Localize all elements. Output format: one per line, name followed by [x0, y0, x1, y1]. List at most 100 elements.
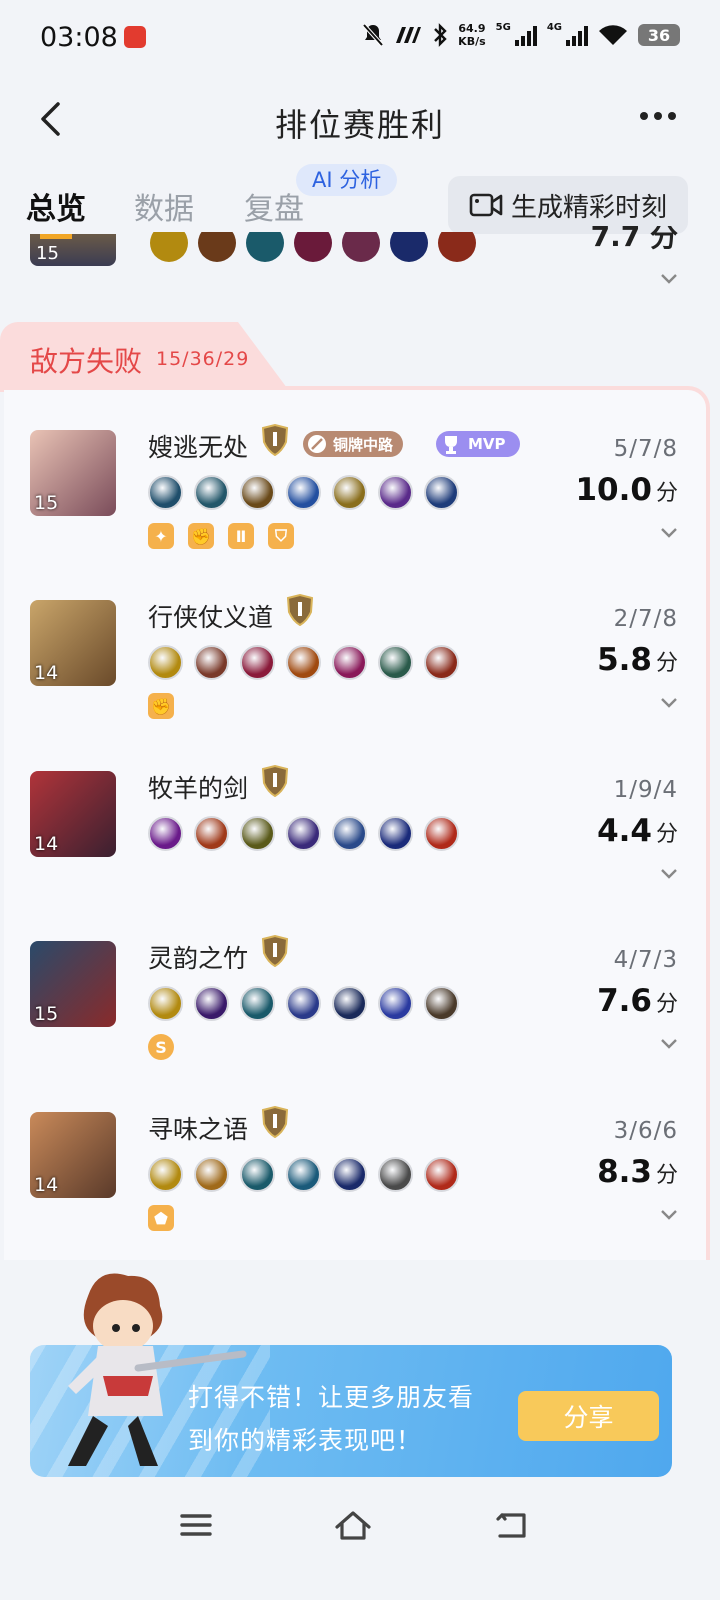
tab-review[interactable]: 复盘	[244, 184, 304, 228]
menu-nav-icon[interactable]	[176, 1505, 216, 1545]
kda: 3/6/6	[613, 1118, 678, 1144]
score-unit: 分	[655, 1163, 678, 1188]
item-list	[150, 232, 476, 264]
rank-shield-icon	[261, 765, 289, 797]
signal-label-4g: 4G	[546, 22, 562, 33]
achievement-tag-icon: ✊	[188, 523, 214, 549]
item-icon[interactable]	[194, 816, 229, 851]
item-icon[interactable]	[148, 986, 183, 1021]
hero-avatar[interactable]: 14	[30, 600, 116, 686]
item-icon[interactable]	[194, 1157, 229, 1192]
item-icon[interactable]	[378, 475, 413, 510]
item-icon[interactable]	[240, 816, 275, 851]
item-icon[interactable]	[332, 475, 367, 510]
item-icon[interactable]	[378, 1157, 413, 1192]
rank-shield-icon	[286, 594, 314, 626]
item-icon[interactable]	[378, 986, 413, 1021]
player-name[interactable]: 灵韵之竹	[148, 939, 248, 975]
item-icon	[198, 232, 236, 262]
score: 7.7 分	[590, 226, 678, 253]
score: 8.3 分	[597, 1154, 678, 1190]
enemy-team-label: 敌方失败	[30, 345, 143, 378]
item-icon[interactable]	[424, 475, 459, 510]
status-icons: 64.9 KB/s 5G 4G 36	[362, 22, 680, 48]
item-icon[interactable]	[332, 986, 367, 1021]
generate-highlights-label: 生成精彩时刻	[510, 192, 667, 223]
mvp-badge: MVP	[436, 431, 520, 457]
tab-overview[interactable]: 总览	[26, 184, 86, 228]
item-icon[interactable]	[286, 986, 321, 1021]
item-icon[interactable]	[378, 645, 413, 680]
hero-avatar[interactable]: 14	[30, 1112, 116, 1198]
item-icon[interactable]	[286, 475, 321, 510]
kda: 4/7/3	[613, 947, 678, 973]
item-icon[interactable]	[424, 645, 459, 680]
item-icon	[150, 232, 188, 262]
score-value: 8.3	[597, 1154, 652, 1190]
rank-shield-icon	[261, 935, 289, 967]
hero-avatar[interactable]: 14	[30, 771, 116, 857]
score: 4.4 分	[597, 813, 678, 849]
item-icon[interactable]	[240, 986, 275, 1021]
item-icon[interactable]	[332, 645, 367, 680]
player-name[interactable]: 寻味之语	[148, 1110, 248, 1146]
item-icon[interactable]	[286, 1157, 321, 1192]
kda: 5/7/8	[613, 436, 678, 462]
player-name[interactable]: 嫂逃无处	[148, 428, 248, 464]
chevron-down-icon[interactable]	[660, 270, 678, 288]
item-icon[interactable]	[240, 1157, 275, 1192]
item-icon[interactable]	[148, 816, 183, 851]
item-icon[interactable]	[378, 816, 413, 851]
share-message-line2: 到你的精彩表现吧！	[188, 1426, 423, 1455]
hero-level: 15	[34, 492, 59, 514]
item-list	[148, 816, 459, 851]
item-icon[interactable]	[424, 986, 459, 1021]
item-icon[interactable]	[240, 645, 275, 680]
rank-shield-icon	[261, 1106, 289, 1138]
item-icon[interactable]	[148, 1157, 183, 1192]
hero-avatar[interactable]: 15	[30, 234, 116, 266]
item-icon[interactable]	[332, 816, 367, 851]
item-icon[interactable]	[148, 475, 183, 510]
player-name[interactable]: 行侠仗义道	[148, 598, 273, 634]
hero-avatar[interactable]: 15	[30, 430, 116, 516]
hero-level: 14	[34, 1174, 59, 1196]
ai-analysis-badge[interactable]: AI 分析	[296, 164, 398, 196]
hero-level: 15	[34, 1003, 59, 1025]
trophy-icon	[445, 436, 457, 454]
item-icon[interactable]	[332, 1157, 367, 1192]
item-icon[interactable]	[148, 645, 183, 680]
item-icon[interactable]	[194, 645, 229, 680]
item-icon[interactable]	[286, 645, 321, 680]
signal-4g-icon	[566, 24, 588, 46]
item-icon[interactable]	[194, 986, 229, 1021]
chevron-down-icon[interactable]	[660, 1035, 678, 1053]
score-value: 4.4	[597, 813, 652, 849]
item-icon[interactable]	[194, 475, 229, 510]
item-icon[interactable]	[240, 475, 275, 510]
kda: 2/7/8	[613, 606, 678, 632]
enemy-team-kda: 15/36/29	[156, 348, 250, 370]
tab-data[interactable]: 数据	[134, 184, 194, 228]
bluetooth-icon	[434, 23, 447, 47]
item-list	[148, 1157, 459, 1192]
score-unit: 分	[655, 822, 678, 847]
item-list	[148, 475, 459, 510]
item-icon[interactable]	[286, 816, 321, 851]
score-value: 5.8	[597, 642, 652, 678]
chevron-down-icon[interactable]	[660, 865, 678, 883]
home-nav-icon[interactable]	[333, 1505, 373, 1545]
chevron-down-icon[interactable]	[660, 694, 678, 712]
status-time: 03:08	[40, 22, 118, 53]
player-name[interactable]: 牧羊的剑	[148, 769, 248, 805]
more-options-icon[interactable]	[640, 112, 676, 120]
share-button[interactable]: 分享	[518, 1391, 659, 1441]
chevron-down-icon[interactable]	[660, 524, 678, 542]
net-speed: 64.9 KB/s	[458, 22, 485, 48]
chevron-down-icon[interactable]	[660, 1206, 678, 1224]
achievement-tag-icon: ⛉	[268, 523, 294, 549]
hero-avatar[interactable]: 15	[30, 941, 116, 1027]
back-nav-icon[interactable]	[492, 1505, 532, 1545]
item-icon[interactable]	[424, 1157, 459, 1192]
item-icon[interactable]	[424, 816, 459, 851]
